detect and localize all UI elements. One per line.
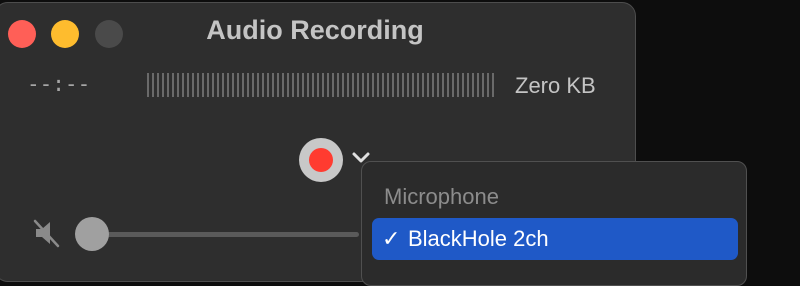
checkmark-icon: ✓ [382, 226, 401, 251]
volume-slider-track[interactable] [99, 232, 359, 237]
elapsed-time: --:-- [27, 72, 91, 96]
microphone-menu: Microphone ✓ BlackHole 2ch [361, 161, 747, 286]
menu-item-blackhole[interactable]: ✓ BlackHole 2ch [372, 218, 738, 260]
menu-item-label: BlackHole 2ch [408, 226, 549, 251]
menu-header: Microphone [384, 184, 499, 209]
volume-slider-knob[interactable] [75, 217, 109, 251]
file-size: Zero KB [515, 73, 596, 98]
window-title: Audio Recording [206, 15, 424, 45]
level-meter [147, 73, 495, 97]
record-icon [309, 148, 333, 172]
speaker-muted-icon[interactable] [33, 218, 61, 248]
record-button[interactable] [299, 138, 343, 182]
